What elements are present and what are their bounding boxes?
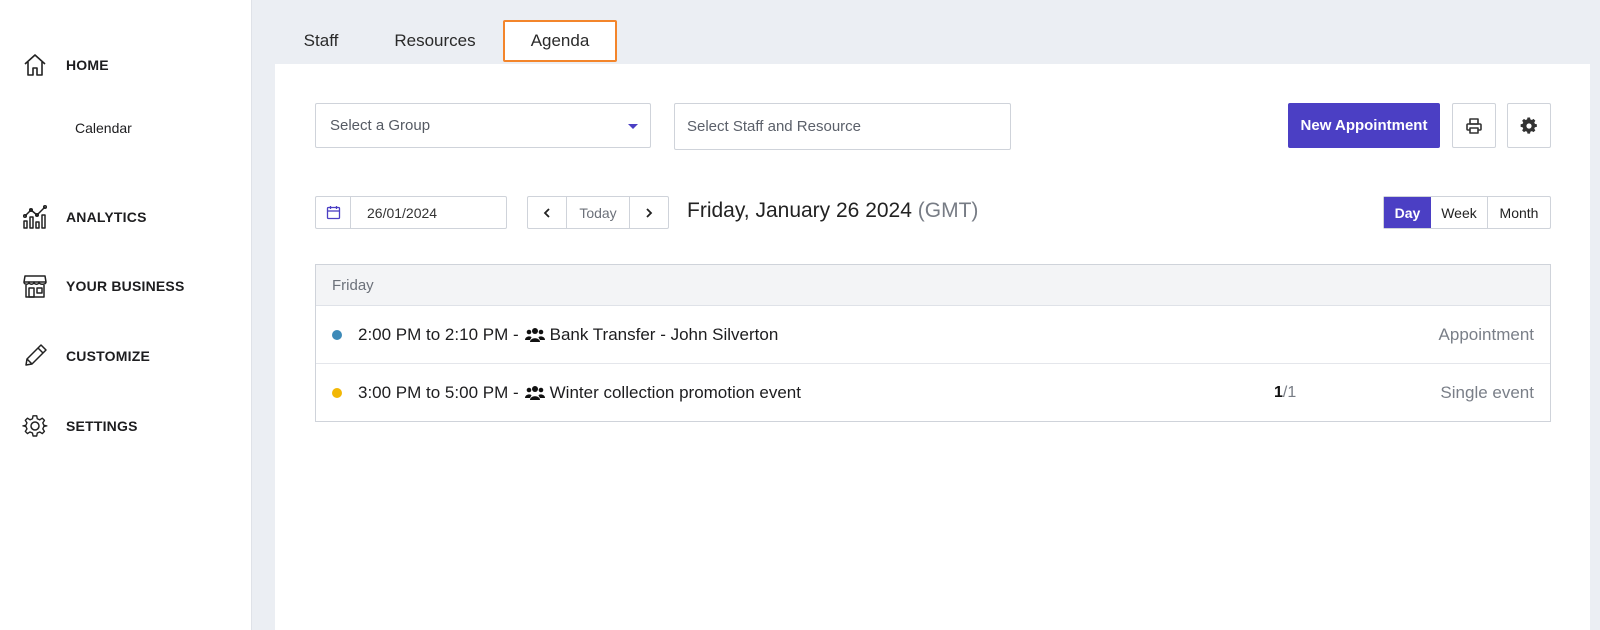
- nav-analytics-label: ANALYTICS: [66, 209, 147, 225]
- new-appointment-button[interactable]: New Appointment: [1288, 103, 1440, 148]
- sidebar: HOME Calendar ANALYTICS YOUR BUSINESS CU…: [0, 0, 252, 630]
- nav-analytics[interactable]: ANALYTICS: [22, 202, 147, 232]
- date-navigation: Today: [527, 196, 669, 229]
- nav-customize-label: CUSTOMIZE: [66, 348, 150, 364]
- nav-customize[interactable]: CUSTOMIZE: [22, 341, 150, 371]
- capacity-booked: 1: [1274, 384, 1283, 401]
- chevron-left-icon: [543, 207, 550, 218]
- tab-staff[interactable]: Staff: [285, 20, 357, 62]
- gear-icon: [1520, 116, 1537, 134]
- current-date-title: Friday, January 26 2024 (GMT): [687, 199, 978, 223]
- chevron-right-icon: [646, 207, 653, 218]
- view-week-button[interactable]: Week: [1431, 197, 1488, 228]
- agenda-row[interactable]: 2:00 PM to 2:10 PM - Bank Transfer - Joh…: [316, 306, 1550, 364]
- agenda-day-header: Friday: [316, 265, 1550, 306]
- date-value[interactable]: 26/01/2024: [351, 197, 437, 228]
- agenda-row-title: Bank Transfer - John Silverton: [549, 324, 779, 344]
- status-dot: [332, 329, 342, 340]
- tab-resources[interactable]: Resources: [388, 20, 482, 62]
- next-day-button[interactable]: [630, 197, 668, 228]
- settings-button[interactable]: [1507, 103, 1551, 148]
- analytics-icon: [22, 204, 48, 230]
- agenda-row-type: Single event: [1440, 383, 1534, 402]
- agenda-row-time: 3:00 PM to 5:00 PM -: [358, 383, 519, 402]
- nav-home[interactable]: HOME: [22, 50, 109, 80]
- view-switcher: Day Week Month: [1383, 196, 1551, 229]
- nav-your-business[interactable]: YOUR BUSINESS: [22, 271, 185, 301]
- nav-calendar[interactable]: Calendar: [75, 120, 132, 136]
- today-button[interactable]: Today: [567, 197, 630, 228]
- nav-home-label: HOME: [66, 57, 109, 73]
- capacity-count: 1/1: [1274, 384, 1296, 402]
- calendar-icon[interactable]: [316, 197, 351, 228]
- group-icon: [524, 386, 545, 400]
- nav-settings-label: SETTINGS: [66, 418, 138, 434]
- agenda-row-text: 3:00 PM to 5:00 PM - Winter collection p…: [358, 383, 801, 403]
- group-select[interactable]: Select a Group: [315, 103, 651, 148]
- pencil-icon: [22, 343, 48, 369]
- staff-resource-input[interactable]: [674, 103, 1011, 150]
- date-picker[interactable]: 26/01/2024: [315, 196, 507, 229]
- current-date-text: Friday, January 26 2024: [687, 199, 912, 222]
- nav-settings[interactable]: SETTINGS: [22, 411, 138, 441]
- agenda-row-text: 2:00 PM to 2:10 PM - Bank Transfer - Joh…: [358, 325, 778, 345]
- nav-your-business-label: YOUR BUSINESS: [66, 278, 185, 294]
- group-icon: [524, 327, 545, 342]
- gear-icon: [22, 413, 48, 439]
- agenda-row-type: Appointment: [1438, 324, 1534, 344]
- agenda-row-title: Winter collection promotion event: [549, 383, 801, 402]
- view-month-button[interactable]: Month: [1488, 197, 1550, 228]
- chevron-down-icon: [628, 124, 638, 129]
- capacity-total: /1: [1282, 384, 1297, 401]
- print-button[interactable]: [1452, 103, 1496, 148]
- agenda-row-time: 2:00 PM to 2:10 PM -: [358, 324, 519, 344]
- previous-day-button[interactable]: [528, 197, 567, 228]
- store-icon: [22, 273, 48, 299]
- home-icon: [22, 52, 48, 78]
- view-day-button[interactable]: Day: [1384, 197, 1431, 228]
- print-icon: [1466, 117, 1482, 134]
- timezone-label: (GMT): [917, 199, 979, 222]
- agenda-list: Friday 2:00 PM to 2:10 PM - Bank Transfe…: [315, 264, 1551, 422]
- tab-agenda[interactable]: Agenda: [503, 20, 617, 62]
- status-dot: [332, 388, 342, 398]
- group-select-value: Select a Group: [330, 117, 431, 134]
- agenda-row[interactable]: 3:00 PM to 5:00 PM - Winter collection p…: [316, 364, 1550, 422]
